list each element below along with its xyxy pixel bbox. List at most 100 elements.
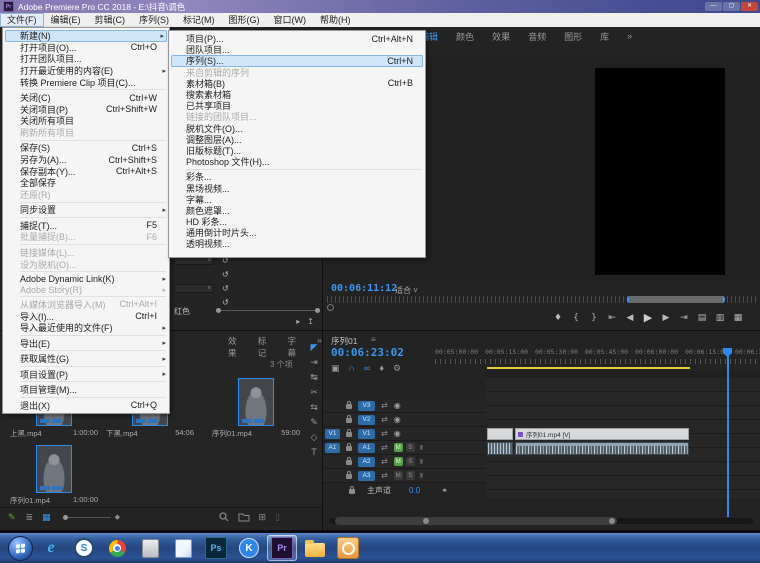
sync-lock-icon[interactable]: ⇄: [381, 415, 388, 424]
menu-bar-item[interactable]: 图形(G): [222, 13, 267, 27]
toggle-track-output-icon[interactable]: ◉: [394, 415, 401, 424]
file-menu-item[interactable]: 还原(R) ▸: [3, 189, 169, 201]
lift-button[interactable]: ▤: [696, 313, 708, 323]
play-button[interactable]: ▶: [642, 311, 654, 324]
file-menu-item[interactable]: 关闭所有项目 ▸: [3, 115, 169, 127]
program-timecode[interactable]: 00:06:11:12: [331, 283, 397, 294]
file-menu-item[interactable]: 新建(N) ▸: [5, 30, 167, 42]
track-lock-icon[interactable]: [346, 457, 352, 465]
video-clip[interactable]: 序列01.mp4 [V]: [515, 428, 689, 440]
序列01.mp4[interactable]: 序列01.mp4 1:00:00: [8, 445, 100, 506]
export-frame-button[interactable]: ▦: [732, 313, 744, 323]
snap-icon[interactable]: ∩: [349, 363, 355, 374]
menu-bar-item[interactable]: 序列(S): [132, 13, 176, 27]
pen-tool[interactable]: ✎: [310, 418, 318, 427]
file-menu-item[interactable]: 设为脱机(O)... ▸: [3, 258, 169, 270]
file-menu-item[interactable]: 批量捕捉(B)... F6 ▸: [3, 231, 169, 243]
video-track-header[interactable]: V3 ⇄ ◉: [323, 399, 486, 413]
close-button[interactable]: ✕: [741, 2, 758, 11]
start-button[interactable]: [8, 535, 33, 561]
mute-track-button[interactable]: M: [393, 457, 403, 466]
file-menu-item[interactable]: 转换 Premiere Clip 项目(C)... ▸: [3, 76, 169, 88]
toggle-track-output-icon[interactable]: ◉: [394, 401, 401, 410]
file-menu-item[interactable]: ▸: [20, 271, 166, 273]
step-forward-button[interactable]: ▶: [660, 313, 672, 323]
file-menu-item[interactable]: 从媒体浏览器导入(M) Ctrl+Alt+I ▸: [3, 299, 169, 311]
track-lock-icon[interactable]: [349, 485, 355, 494]
menu-bar-item[interactable]: 标记(M): [176, 13, 222, 27]
file-menu-item[interactable]: 导入(I)... Ctrl+I ▸: [3, 310, 169, 322]
序列01.mp4[interactable]: 序列01.mp4 59:00: [210, 378, 302, 439]
track-lock-icon[interactable]: [346, 401, 352, 409]
video-track-header[interactable]: V2 ⇄ ◉: [323, 413, 486, 427]
reset-parameter-icon[interactable]: ↺: [222, 270, 229, 279]
track-lock-icon[interactable]: [346, 415, 352, 423]
playhead-line[interactable]: [727, 356, 729, 517]
taskbar-app-button[interactable]: [333, 535, 363, 561]
timeline-panel-menu-icon[interactable]: ≡: [371, 335, 376, 344]
taskbar-chrome-button[interactable]: [102, 535, 132, 561]
workspace-tab[interactable]: 效果: [492, 30, 510, 43]
menu-bar-item[interactable]: 帮助(H): [313, 13, 358, 27]
workspace-tab[interactable]: 图形: [564, 30, 582, 43]
track-target-badge[interactable]: V1: [358, 428, 375, 439]
sync-lock-icon[interactable]: ⇄: [381, 457, 388, 466]
timeline-scrollbar[interactable]: [335, 517, 617, 525]
sync-lock-icon[interactable]: ⇄: [381, 443, 388, 452]
file-menu-item[interactable]: 刷新所有项目 ▸: [3, 127, 169, 139]
file-menu-item[interactable]: Adobe Story(R) ▸: [3, 284, 169, 295]
selection-tool[interactable]: ◤: [311, 343, 318, 352]
track-lock-icon[interactable]: [346, 471, 352, 479]
thumbnail-zoom-slider[interactable]: [62, 514, 111, 520]
menu-bar-item[interactable]: 窗口(W): [267, 13, 314, 27]
audio-track-header[interactable]: A3 ⇄ M S ▮: [323, 469, 486, 483]
type-tool[interactable]: T: [311, 448, 317, 457]
track-lock-icon[interactable]: [346, 429, 352, 437]
linked-selection-icon[interactable]: ∞: [364, 363, 370, 374]
audio-track-header[interactable]: A2 ⇄ M S ▮: [323, 455, 486, 469]
submenu-item[interactable]: 透明视频... ▸: [169, 238, 425, 249]
solo-track-button[interactable]: S: [405, 443, 415, 452]
audio-track-header[interactable]: A1 A1 ⇄ M S ▮: [323, 441, 486, 455]
taskbar-explorer-button[interactable]: [300, 535, 330, 561]
go-to-in-button[interactable]: ⇤: [606, 313, 618, 323]
list-view-icon[interactable]: ≣: [26, 512, 34, 523]
mute-track-button[interactable]: M: [393, 471, 403, 480]
timeline-timecode[interactable]: 00:06:23:02: [331, 346, 404, 359]
file-menu-item[interactable]: 同步设置 ▸: [3, 204, 169, 216]
go-to-out-button[interactable]: ⇥: [678, 313, 690, 323]
zoom-level-select[interactable]: 适合 ˅: [395, 285, 418, 296]
master-track-header[interactable]: 主声道 0.0 ◂▸: [323, 483, 486, 497]
taskbar-sogou-button[interactable]: S: [69, 535, 99, 561]
file-menu-item[interactable]: 另存为(A)... Ctrl+Shift+S ▸: [3, 154, 169, 166]
timeline-settings-icon[interactable]: ⚙: [393, 363, 401, 374]
work-area-bar[interactable]: [487, 367, 690, 369]
file-menu-item[interactable]: 关闭项目(P) Ctrl+Shift+W ▸: [3, 103, 169, 115]
track-target-badge[interactable]: A1: [358, 442, 375, 453]
file-menu-item[interactable]: 捕捉(T)... F5 ▸: [3, 220, 169, 232]
sync-lock-icon[interactable]: ⇄: [381, 429, 388, 438]
program-scroll-handle[interactable]: [327, 304, 334, 311]
project-panel-tab[interactable]: 效果: [228, 335, 244, 359]
file-menu-item[interactable]: 链接媒体(L)... ▸: [3, 247, 169, 259]
hand-tool[interactable]: ◇: [311, 433, 318, 442]
step-back-button[interactable]: ◀: [624, 313, 636, 323]
track-select-forward-tool[interactable]: ⇥: [310, 358, 318, 367]
slip-tool[interactable]: ⇆: [310, 403, 318, 412]
workspace-tab[interactable]: »: [627, 31, 632, 41]
file-menu-item[interactable]: 保存副本(Y)... Ctrl+Alt+S ▸: [3, 165, 169, 177]
new-bin-folder-icon[interactable]: [238, 512, 250, 522]
scrollbar-handle[interactable]: [423, 518, 429, 524]
add-marker-button[interactable]: ♦: [552, 313, 564, 323]
ripple-edit-tool[interactable]: ↹: [310, 373, 318, 382]
add-marker-icon[interactable]: ♦: [379, 363, 384, 374]
program-zoom-range[interactable]: [627, 296, 725, 303]
audio-clip[interactable]: [515, 442, 689, 455]
play-style-icon[interactable]: ▸: [296, 317, 300, 326]
sync-lock-icon[interactable]: ⇄: [381, 471, 388, 480]
file-menu-item[interactable]: 全部保存 ▸: [3, 177, 169, 189]
project-panel-tab[interactable]: 标记: [258, 335, 274, 359]
menu-bar-item[interactable]: 文件(F): [0, 13, 44, 27]
mark-out-button[interactable]: }: [588, 313, 600, 323]
track-target-badge[interactable]: V3: [358, 400, 375, 411]
